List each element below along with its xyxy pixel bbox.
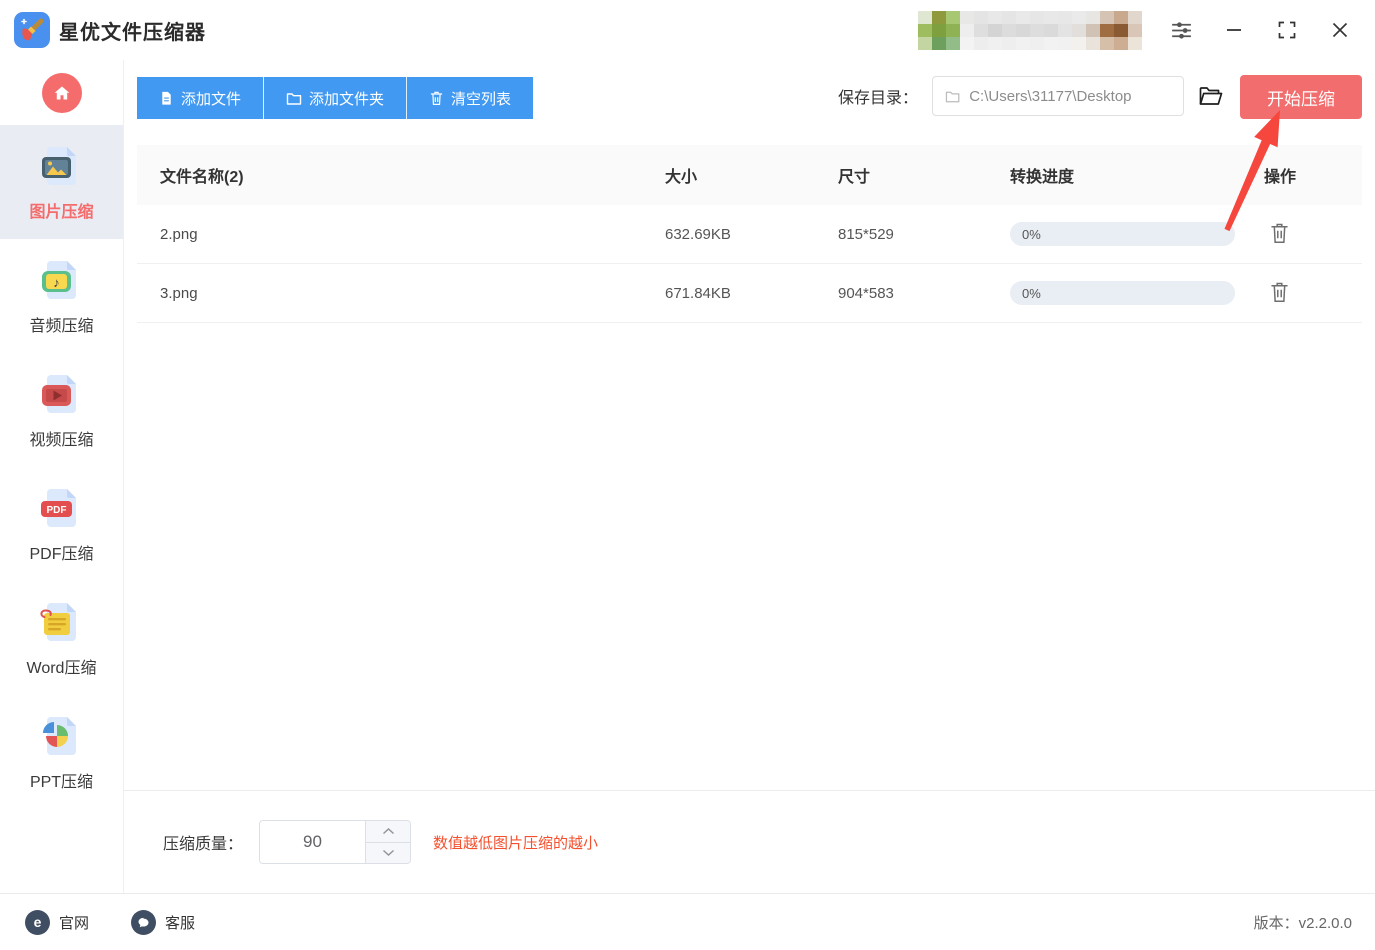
pdf-file-icon: PDF [38,484,86,532]
progress-bar: 0% [1010,222,1235,246]
home-icon [52,83,72,103]
table-row: 3.png 671.84KB 904*583 0% [137,264,1362,323]
folder-icon [945,89,960,104]
quality-panel: 压缩质量： 数值越低图片压缩的越小 [124,790,1375,893]
sidebar-item-ppt-compress[interactable]: PPT压缩 [0,695,123,809]
delete-file-button[interactable] [1267,219,1292,249]
close-button[interactable] [1327,17,1353,43]
sidebar: 图片压缩 ♪ 音频压缩 视频压缩 [0,60,124,893]
official-site-link[interactable]: e 官网 [25,910,89,935]
open-folder-icon [1197,83,1224,109]
delete-file-button[interactable] [1267,278,1292,308]
header-progress: 转换进度 [1010,163,1264,187]
progress-bar: 0% [1010,281,1235,305]
browse-folder-button[interactable] [1197,83,1224,109]
footer: e 官网 客服 版本：v2.2.0.0 [0,893,1375,950]
file-size: 671.84KB [665,285,838,302]
header-dimensions: 尺寸 [838,163,1010,187]
image-file-icon [38,142,86,190]
quality-hint: 数值越低图片压缩的越小 [433,832,598,853]
e-glyph: e [34,914,42,930]
sidebar-item-audio-compress[interactable]: ♪ 音频压缩 [0,239,123,353]
quality-label: 压缩质量： [163,830,243,854]
progress-text: 0% [1022,227,1041,242]
ppt-file-icon [38,712,86,760]
sidebar-item-video-compress[interactable]: 视频压缩 [0,353,123,467]
start-compress-button[interactable]: 开始压缩 [1240,75,1362,119]
quality-input[interactable] [260,821,365,863]
sidebar-item-pdf-compress[interactable]: PDF PDF压缩 [0,467,123,581]
browser-e-icon: e [25,910,50,935]
file-dimensions: 815*529 [838,226,1010,243]
file-icon [159,90,174,106]
settings-sliders-icon[interactable] [1168,17,1194,43]
quality-decrease-button[interactable] [366,843,410,864]
svg-text:♪: ♪ [53,275,60,290]
sidebar-item-image-compress[interactable]: 图片压缩 [0,125,123,239]
sidebar-item-label: 音频压缩 [29,312,93,336]
trash-icon [1269,280,1290,303]
sidebar-item-label: 图片压缩 [29,198,93,222]
minimize-button[interactable] [1221,17,1247,43]
chat-bubble-icon [131,910,156,935]
video-file-icon [38,370,86,418]
table-row: 2.png 632.69KB 815*529 0% [137,205,1362,264]
quality-stepper [259,820,411,864]
audio-file-icon: ♪ [38,256,86,304]
app-logo-icon [14,12,50,48]
save-dir-label: 保存目录： [838,84,918,108]
sidebar-item-label: PPT压缩 [30,768,93,792]
file-size: 632.69KB [665,226,838,243]
svg-text:PDF: PDF [46,505,66,516]
quality-increase-button[interactable] [366,821,410,843]
official-site-label: 官网 [59,912,89,933]
customer-service-link[interactable]: 客服 [131,910,195,935]
clear-list-button[interactable]: 清空列表 [407,77,533,119]
sidebar-item-word-compress[interactable]: Word压缩 [0,581,123,695]
header-actions: 操作 [1264,163,1362,187]
main-content: 添加文件 添加文件夹 清空列表 保存目录： [124,60,1375,893]
file-name: 2.png [137,226,665,243]
user-info-blurred [918,11,1142,50]
file-table: 文件名称(2) 大小 尺寸 转换进度 操作 2.png 632.69KB 815… [137,145,1362,323]
word-file-icon [38,598,86,646]
add-folder-button[interactable]: 添加文件夹 [264,77,407,119]
version-text: 版本：v2.2.0.0 [1254,912,1352,933]
folder-icon [286,91,302,106]
add-folder-label: 添加文件夹 [309,88,384,109]
sidebar-item-label: 视频压缩 [29,426,93,450]
trash-icon [429,90,444,106]
file-name: 3.png [137,285,665,302]
progress-text: 0% [1022,286,1041,301]
header-size: 大小 [665,163,838,187]
toolbar: 添加文件 添加文件夹 清空列表 保存目录： [124,60,1375,145]
sidebar-item-label: PDF压缩 [29,540,93,564]
customer-service-label: 客服 [165,912,195,933]
header-file-name: 文件名称(2) [137,163,665,187]
save-path-input[interactable] [969,88,1173,105]
save-path-input-box[interactable] [932,76,1184,116]
file-dimensions: 904*583 [838,285,1010,302]
trash-icon [1269,221,1290,244]
maximize-button[interactable] [1274,17,1300,43]
app-title: 星优文件压缩器 [59,16,206,45]
home-button[interactable] [42,73,82,113]
add-file-button[interactable]: 添加文件 [137,77,264,119]
add-file-label: 添加文件 [181,88,241,109]
clear-list-label: 清空列表 [451,88,511,109]
sidebar-item-label: Word压缩 [27,654,97,678]
table-header-row: 文件名称(2) 大小 尺寸 转换进度 操作 [137,145,1362,205]
title-bar: 星优文件压缩器 [0,0,1375,60]
